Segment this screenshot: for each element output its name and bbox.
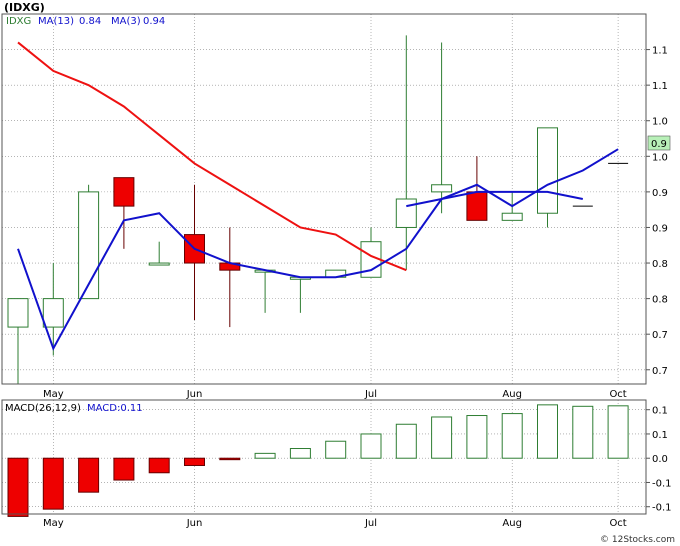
y-tick-label: 1.1 xyxy=(652,46,668,57)
candle-body xyxy=(466,191,488,221)
candle-body xyxy=(395,198,417,228)
macd-bars xyxy=(7,404,629,517)
macd-bar xyxy=(431,416,453,459)
macd-bar xyxy=(360,433,382,459)
watermark: © 12Stocks.com xyxy=(600,535,675,545)
macd-bar xyxy=(537,404,558,459)
candle-body xyxy=(7,298,29,328)
macd-y-tick-label: -0.1 xyxy=(652,478,672,489)
candle-body xyxy=(431,184,453,193)
macd-bar xyxy=(148,457,170,474)
y-tick-label: 0.8 xyxy=(652,295,668,306)
macd-bar xyxy=(184,457,205,466)
legend-ma3-value: 0.94 xyxy=(143,16,165,27)
macd-bar xyxy=(325,440,347,459)
y-tick-label: 0.9 xyxy=(652,188,668,199)
candle-body xyxy=(42,298,64,328)
macd-bar xyxy=(113,457,135,481)
macd-bar xyxy=(501,413,523,459)
x-tick-label: Oct xyxy=(609,389,626,400)
macd-y-tick-label: 0.1 xyxy=(652,406,668,417)
ma3-line xyxy=(17,148,619,351)
macd-x-tick-label: Jul xyxy=(364,518,377,529)
macd-bar xyxy=(572,405,594,459)
macd-bar xyxy=(254,452,276,459)
price-candles xyxy=(7,35,629,384)
macd-bar xyxy=(607,405,629,459)
macd-bar xyxy=(289,448,311,459)
y-tick-label: 1.1 xyxy=(652,81,668,92)
candle-body xyxy=(113,177,135,207)
x-tick-label: Jul xyxy=(364,389,377,400)
legend-ticker: IDXG xyxy=(6,16,31,27)
y-tick-label: 0.9 xyxy=(652,223,668,234)
last-price-tag-text: 0.9 xyxy=(651,139,667,150)
chart-title: (IDXG) xyxy=(4,1,45,14)
y-tick-label: 1.0 xyxy=(652,117,668,128)
x-tick-label: Aug xyxy=(502,389,522,400)
macd-x-tick-label: Oct xyxy=(609,518,626,529)
macd-x-tick-label: Aug xyxy=(502,518,522,529)
legend-ma13-value: 0.84 xyxy=(79,16,101,27)
macd-x-tick-label: May xyxy=(43,518,64,529)
macd-x-tick-label: Jun xyxy=(186,518,203,529)
macd-bar xyxy=(7,457,29,517)
macd-legend-label: MACD(26,12,9) xyxy=(5,403,81,414)
legend-ma13-label: MA(13) xyxy=(38,16,74,27)
macd-bar xyxy=(219,457,241,461)
moving-average-lines xyxy=(17,41,619,351)
legend-ma3-label: MA(3) xyxy=(111,16,141,27)
x-tick-label: May xyxy=(43,389,64,400)
macd-bar xyxy=(466,415,488,459)
macd-y-tick-label: -0.1 xyxy=(652,503,672,514)
macd-y-tick-label: 0.1 xyxy=(652,430,668,441)
y-tick-label: 0.7 xyxy=(652,366,668,377)
candle-body xyxy=(537,127,558,214)
candle-body xyxy=(148,262,170,266)
macd-y-tick-label: 0.0 xyxy=(652,454,668,465)
y-tick-label: 0.8 xyxy=(652,259,668,270)
macd-bar xyxy=(42,457,64,510)
candle-body xyxy=(501,212,523,221)
macd-bar xyxy=(78,457,100,493)
x-tick-label: Jun xyxy=(186,389,203,400)
y-tick-label: 1.0 xyxy=(652,152,668,163)
y-tick-label: 0.7 xyxy=(652,330,668,341)
stock-chart: May May Jun Jun Jul Jul Aug Aug Oct Oct 1.1 1.1 1.0 1… xyxy=(1,1,675,545)
macd-bar xyxy=(395,423,417,459)
macd-legend-value: MACD:0.11 xyxy=(87,403,143,414)
